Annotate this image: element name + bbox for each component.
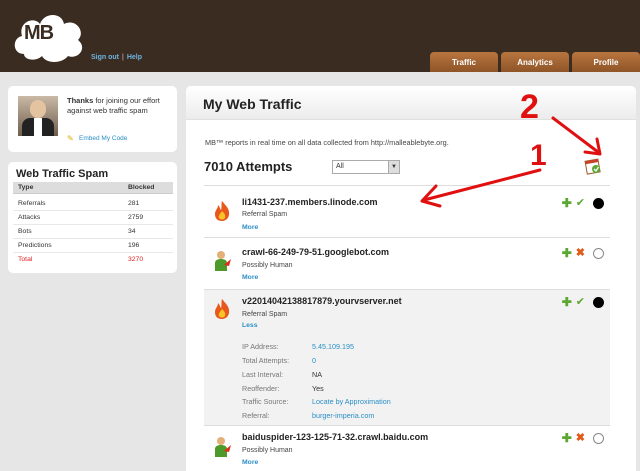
spam-row-type: Attacks bbox=[18, 214, 41, 221]
spam-row-type: Predictions bbox=[18, 242, 52, 249]
select-radio[interactable] bbox=[593, 296, 604, 308]
fire-icon bbox=[215, 299, 230, 319]
filter-select[interactable]: All ▼ bbox=[332, 160, 400, 174]
close-icon[interactable]: ✖ bbox=[576, 432, 585, 444]
spam-row-type: Referrals bbox=[18, 200, 46, 207]
page-title: My Web Traffic bbox=[203, 96, 302, 112]
entry-hostname: crawl-66-249-79-51.googlebot.com bbox=[242, 247, 390, 257]
reoffender-value: Yes bbox=[312, 384, 324, 393]
detail-label: Reoffender: bbox=[242, 384, 280, 393]
total-attempts-link[interactable]: 0 bbox=[312, 356, 316, 365]
main-title-bar: My Web Traffic bbox=[186, 86, 636, 120]
entry-hostname: baiduspider-123-125-71-32.crawl.baidu.co… bbox=[242, 432, 429, 442]
tab-analytics[interactable]: Analytics bbox=[501, 52, 569, 72]
spam-row: Attacks 2759 bbox=[13, 214, 173, 221]
tab-profile[interactable]: Profile bbox=[572, 52, 640, 72]
logo-text: MB bbox=[24, 22, 54, 44]
tab-traffic[interactable]: Traffic bbox=[430, 52, 498, 72]
report-description: MB™ reports in real time on all data col… bbox=[205, 138, 449, 147]
avatar bbox=[18, 96, 58, 136]
entry-more-link[interactable]: More bbox=[242, 274, 258, 281]
spam-table-head-row: Type Blocked bbox=[13, 184, 173, 191]
spam-row: Predictions 196 bbox=[13, 242, 173, 249]
entry-more-link[interactable]: More bbox=[242, 459, 258, 466]
attempts-count: 7010 Attempts bbox=[204, 159, 293, 174]
detail-label: Traffic Source: bbox=[242, 397, 289, 406]
entry-hostname: v22014042138817879.yourvserver.net bbox=[242, 296, 402, 306]
close-icon[interactable]: ✖ bbox=[576, 247, 585, 259]
welcome-thanks: Thanks bbox=[67, 96, 94, 105]
entry-more-link[interactable]: More bbox=[242, 224, 258, 231]
check-icon[interactable]: ✔ bbox=[576, 296, 585, 308]
spam-row-type: Bots bbox=[18, 228, 32, 235]
last-interval-value: NA bbox=[312, 370, 322, 379]
welcome-message: Thanks for joining our effort against we… bbox=[67, 96, 173, 116]
add-icon[interactable]: ✚ bbox=[562, 197, 572, 209]
spam-row-blocked: 281 bbox=[128, 200, 140, 207]
spam-title: Web Traffic Spam bbox=[16, 168, 109, 180]
human-icon bbox=[215, 251, 231, 271]
add-icon[interactable]: ✚ bbox=[562, 432, 572, 444]
entry-actions: ✚ ✖ bbox=[562, 432, 604, 444]
spam-row-blocked: 34 bbox=[128, 228, 136, 235]
sign-out-link[interactable]: Sign out bbox=[91, 54, 119, 61]
pencil-icon: ✎ bbox=[67, 134, 74, 143]
entry-actions: ✚ ✖ bbox=[562, 247, 604, 259]
entry-actions: ✚ ✔ bbox=[562, 197, 604, 209]
spam-row-blocked: 3270 bbox=[128, 256, 144, 263]
add-icon[interactable]: ✚ bbox=[562, 247, 572, 259]
traffic-entry[interactable]: baiduspider-123-125-71-32.crawl.baidu.co… bbox=[204, 425, 610, 471]
spam-row: Bots 34 bbox=[13, 228, 173, 235]
spam-row-blocked: 2759 bbox=[128, 214, 144, 221]
detail-label: Referral: bbox=[242, 411, 270, 420]
header-links: Sign out | Help bbox=[91, 54, 142, 61]
detail-label: Total Attempts: bbox=[242, 356, 290, 365]
detail-label: IP Address: bbox=[242, 342, 279, 351]
embed-code-link[interactable]: ✎ Embed My Code bbox=[67, 134, 127, 143]
filter-select-value: All bbox=[336, 163, 344, 170]
select-radio[interactable] bbox=[593, 197, 604, 209]
entry-hostname: li1431-237.members.linode.com bbox=[242, 197, 378, 207]
traffic-entry[interactable]: crawl-66-249-79-51.googlebot.com Possibl… bbox=[204, 237, 610, 289]
spam-row-blocked: 196 bbox=[128, 242, 140, 249]
column-type: Type bbox=[18, 184, 34, 191]
add-icon[interactable]: ✚ bbox=[562, 296, 572, 308]
entry-type: Possibly Human bbox=[242, 447, 293, 454]
main-tabs: Traffic Analytics Profile bbox=[430, 52, 640, 72]
detail-label: Last Interval: bbox=[242, 370, 284, 379]
my-web-traffic-panel: My Web Traffic MB™ reports in real time … bbox=[186, 86, 636, 471]
entry-type: Referral Spam bbox=[242, 211, 288, 218]
select-radio[interactable] bbox=[593, 247, 604, 259]
referral-link[interactable]: burger-imperia.com bbox=[312, 411, 374, 420]
spam-row: Referrals 281 bbox=[13, 200, 173, 207]
check-icon[interactable]: ✔ bbox=[576, 197, 585, 209]
column-blocked: Blocked bbox=[128, 184, 155, 191]
top-header: MB Sign out | Help Traffic Analytics Profi… bbox=[0, 0, 640, 72]
spam-row-total: Total 3270 bbox=[13, 256, 173, 263]
traffic-entry[interactable]: li1431-237.members.linode.com Referral S… bbox=[204, 185, 610, 237]
embed-code-label: Embed My Code bbox=[79, 135, 128, 142]
fire-icon bbox=[215, 201, 230, 221]
chevron-down-icon: ▼ bbox=[388, 161, 399, 173]
traffic-entry-expanded[interactable]: v22014042138817879.yourvserver.net Refer… bbox=[204, 289, 610, 425]
calendar-icon[interactable] bbox=[584, 157, 602, 175]
entry-type: Referral Spam bbox=[242, 311, 288, 318]
entry-actions: ✚ ✔ bbox=[562, 296, 604, 308]
entry-less-link[interactable]: Less bbox=[242, 322, 258, 329]
traffic-source-link[interactable]: Locate by Approximation bbox=[312, 397, 391, 406]
link-separator: | bbox=[122, 54, 124, 61]
spam-row-type: Total bbox=[18, 256, 33, 263]
select-radio[interactable] bbox=[593, 432, 604, 444]
help-link[interactable]: Help bbox=[127, 54, 142, 61]
ip-address-link[interactable]: 5.45.109.195 bbox=[312, 342, 354, 351]
human-icon bbox=[215, 437, 231, 457]
entry-type: Possibly Human bbox=[242, 262, 293, 269]
welcome-panel: Thanks for joining our effort against we… bbox=[8, 86, 177, 152]
